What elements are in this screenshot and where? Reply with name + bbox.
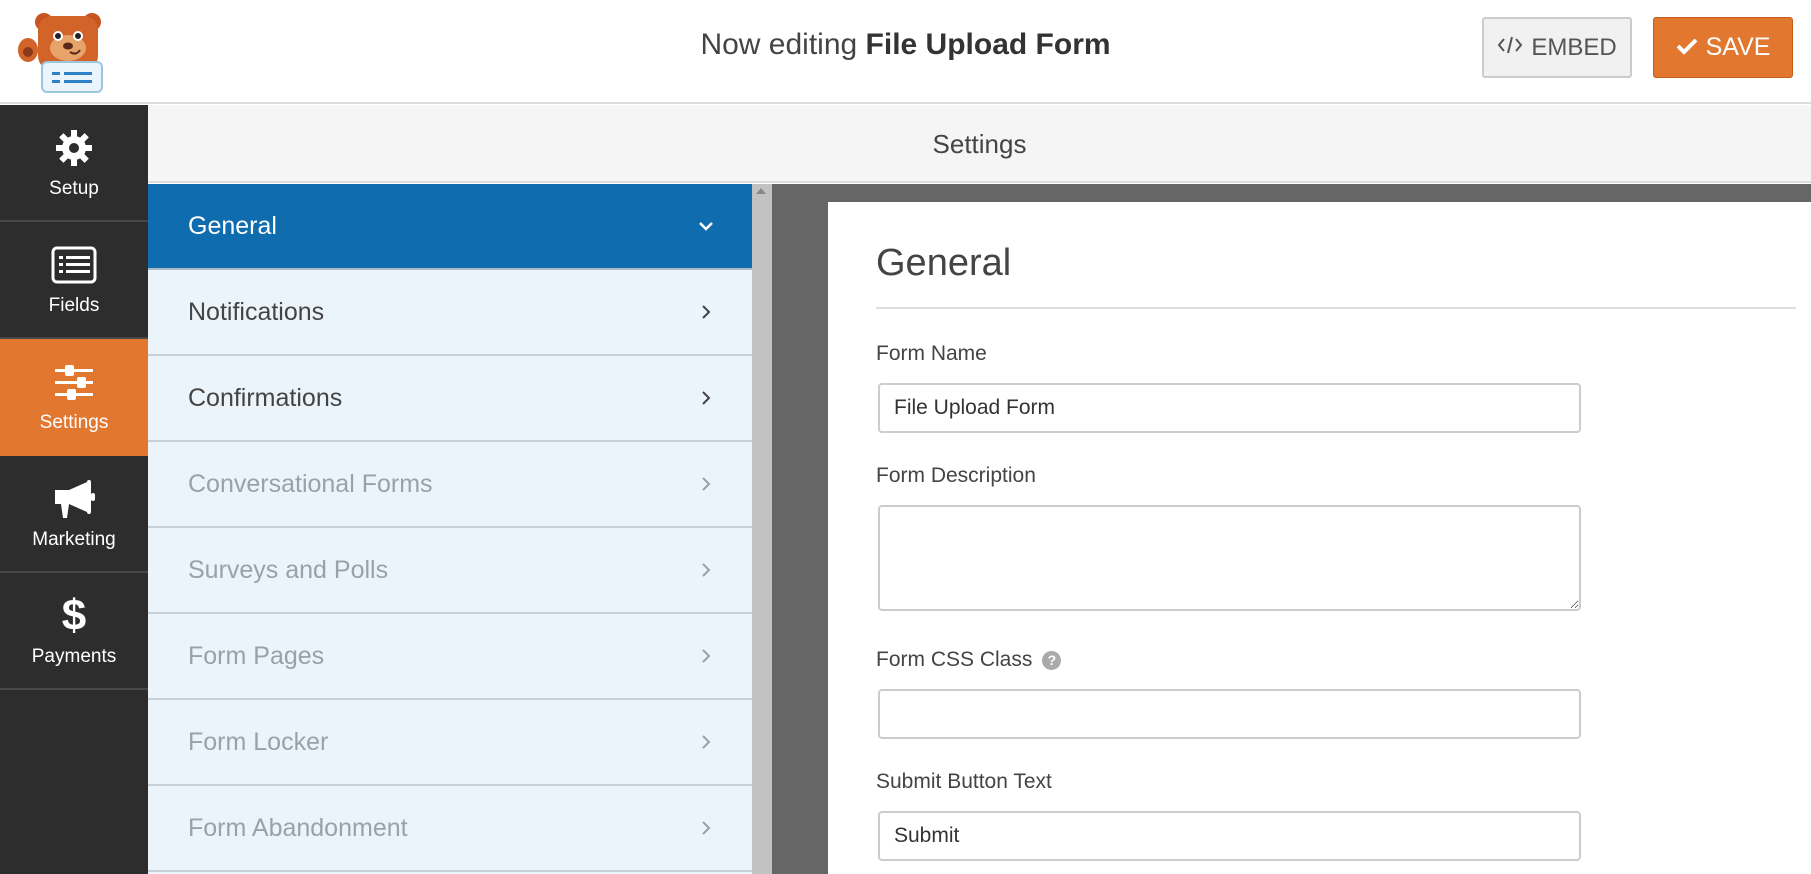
section-label: Conversational Forms — [188, 469, 433, 498]
submit-button-text-input[interactable] — [878, 811, 1581, 861]
list-icon — [51, 243, 97, 287]
nav-item-settings[interactable]: Settings — [0, 339, 148, 456]
embed-label: EMBED — [1531, 33, 1617, 61]
nav-item-fields[interactable]: Fields — [0, 222, 148, 339]
section-notifications[interactable]: Notifications — [148, 270, 752, 356]
title-prefix: Now editing — [700, 28, 858, 61]
nav-label-fields: Fields — [48, 294, 100, 316]
submit-button-text-label-text: Submit Button Text — [876, 770, 1052, 793]
form-description-label-text: Form Description — [876, 464, 1036, 487]
form-name-input[interactable] — [878, 383, 1581, 433]
section-label: Confirmations — [188, 383, 343, 412]
builder-sidebar: Setup Fields Settings Marketing $ Paymen… — [0, 105, 148, 874]
panel-title: General — [876, 242, 1012, 284]
nav-item-setup[interactable]: Setup — [0, 105, 148, 222]
chevron-right-icon — [696, 818, 716, 838]
settings-sections-panel: General Notifications Confirmations Conv… — [148, 184, 752, 874]
megaphone-icon — [51, 477, 97, 521]
chevron-right-icon — [696, 732, 716, 752]
scroll-up-arrow-icon[interactable] — [756, 188, 766, 194]
form-description-textarea[interactable] — [878, 505, 1581, 611]
chevron-right-icon — [696, 560, 716, 580]
section-label: Form Locker — [188, 727, 329, 756]
section-general[interactable]: General — [148, 184, 752, 270]
form-description-label: Form Description — [876, 464, 1036, 488]
section-form-abandonment[interactable]: Form Abandonment — [148, 786, 752, 872]
form-css-class-label: Form CSS Class ? — [876, 648, 1062, 672]
check-icon — [1676, 33, 1698, 62]
dollar-icon: $ — [61, 590, 87, 640]
nav-label-marketing: Marketing — [32, 528, 116, 550]
question-circle-icon[interactable]: ? — [1042, 650, 1062, 670]
form-name-label-text: Form Name — [876, 342, 987, 365]
nav-label-settings: Settings — [39, 411, 109, 433]
section-surveys-and-polls[interactable]: Surveys and Polls — [148, 528, 752, 614]
code-icon — [1497, 34, 1523, 62]
section-confirmations[interactable]: Confirmations — [148, 356, 752, 442]
nav-item-marketing[interactable]: Marketing — [0, 456, 148, 573]
nav-item-payments[interactable]: $ Payments — [0, 573, 148, 690]
section-label: Surveys and Polls — [188, 555, 389, 584]
submit-button-text-label: Submit Button Text — [876, 770, 1052, 794]
form-name-label: Form Name — [876, 342, 987, 366]
section-form-pages[interactable]: Form Pages — [148, 614, 752, 700]
embed-button[interactable]: EMBED — [1482, 17, 1632, 78]
sliders-icon — [53, 360, 95, 404]
chevron-right-icon — [696, 646, 716, 666]
chevron-right-icon — [696, 474, 716, 494]
section-label: General — [188, 211, 277, 240]
save-label: SAVE — [1705, 33, 1771, 61]
top-bar: Now editing File Upload Form EMBED SAVE — [0, 0, 1811, 104]
sections-scrollbar[interactable] — [752, 184, 772, 874]
section-form-locker[interactable]: Form Locker — [148, 700, 752, 786]
section-conversational-forms[interactable]: Conversational Forms — [148, 442, 752, 528]
section-label: Notifications — [188, 297, 325, 326]
chevron-down-icon — [696, 216, 716, 236]
gear-icon — [54, 126, 94, 170]
nav-label-payments: Payments — [31, 645, 117, 667]
general-settings-panel: General Form Name Form Description Form … — [828, 202, 1811, 874]
section-label: Form Abandonment — [188, 813, 408, 842]
chevron-right-icon — [696, 302, 716, 322]
nav-label-setup: Setup — [49, 177, 99, 199]
chevron-right-icon — [696, 388, 716, 408]
divider — [876, 307, 1796, 309]
form-css-class-label-text: Form CSS Class — [876, 648, 1033, 671]
save-button[interactable]: SAVE — [1653, 17, 1793, 78]
form-name-title: File Upload Form — [865, 28, 1111, 61]
form-css-class-input[interactable] — [878, 689, 1581, 739]
settings-header: Settings — [148, 105, 1811, 183]
section-label: Form Pages — [188, 641, 325, 670]
